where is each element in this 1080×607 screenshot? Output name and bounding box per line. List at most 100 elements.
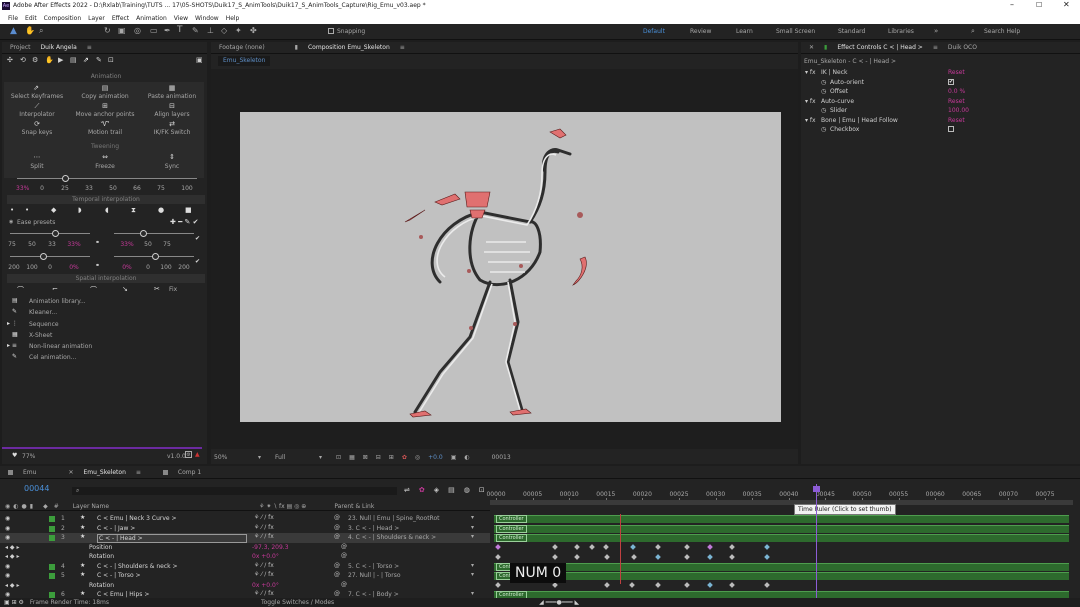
keyframe[interactable] <box>684 582 690 588</box>
tab-footage[interactable]: Footage (none) <box>219 44 265 51</box>
tab-composition[interactable]: Composition Emu_Skeleton <box>308 44 390 51</box>
keyframe[interactable] <box>629 582 635 588</box>
spatial-continuous-icon[interactable]: ↘ <box>122 285 128 293</box>
freeze-button[interactable]: Freeze <box>95 163 115 170</box>
workspace-libraries[interactable]: Libraries <box>888 28 914 35</box>
panel-menu-icon[interactable]: ≡ <box>87 44 92 51</box>
workspace-learn[interactable]: Learn <box>736 28 753 35</box>
property-row[interactable]: ◂ ◆ ▸ Rotation 0x +0.0° @ <box>0 581 490 591</box>
layer-switches[interactable]: ⚘ ⁄ ∕ fx <box>254 514 274 521</box>
panel-menu-icon[interactable]: ≡ <box>933 44 938 51</box>
property-name[interactable]: Position <box>89 544 112 551</box>
more-workspaces-icon[interactable]: » <box>934 27 938 35</box>
layer-duration-bar[interactable]: Controller <box>494 534 1069 542</box>
keyframe[interactable] <box>729 544 735 550</box>
tween-slider-thumb[interactable] <box>62 175 69 182</box>
influence-link-check[interactable]: ✔ <box>195 258 200 265</box>
sequence-item[interactable]: ▸ ⋮ Sequence <box>7 320 202 331</box>
pick-whip-icon[interactable]: @ <box>334 533 340 540</box>
property-name[interactable]: Rotation <box>89 582 114 589</box>
work-area-bar[interactable] <box>490 500 1073 505</box>
layer-row[interactable]: ◉ 1 ★ C < Emu | Neck 3 Curve > ⚘ ⁄ ∕ fx @23. … <box>0 514 490 524</box>
menu-file[interactable]: File <box>8 15 18 22</box>
keyframe[interactable] <box>707 582 713 588</box>
bezier-icon[interactable]: ◆ <box>51 206 56 214</box>
linear-icon[interactable]: • <box>10 206 14 214</box>
chevron-down-icon[interactable]: ▾ <box>471 562 474 569</box>
chevron-down-icon[interactable]: ▾ <box>471 514 474 521</box>
link-icon[interactable]: ⟲ <box>20 56 26 64</box>
label-color-swatch[interactable] <box>49 516 55 522</box>
influence-out-value[interactable]: 0% <box>122 264 132 271</box>
expression-pick-whip-icon[interactable]: @ <box>341 581 347 588</box>
keyframe[interactable] <box>574 553 580 560</box>
animation-library-item[interactable]: ▤ Animation library... <box>7 297 202 308</box>
camera-icon[interactable]: ▤ <box>70 56 77 64</box>
keyframe[interactable] <box>729 553 735 560</box>
kleaner-item[interactable]: ✎ Kleaner... <box>7 308 202 319</box>
ease-slider-left[interactable] <box>10 233 90 234</box>
layer-duration-bar[interactable]: Controller <box>494 524 1069 533</box>
keyframe[interactable] <box>552 553 558 560</box>
visibility-icon[interactable]: ◉ <box>5 515 10 522</box>
effect-value[interactable]: 100.00 <box>948 107 969 114</box>
property-value[interactable]: 0x +0.0° <box>252 582 279 589</box>
roto-tool-icon[interactable]: ✦ <box>235 26 242 35</box>
channel-icon[interactable]: ⊞ <box>389 454 394 461</box>
menu-effect[interactable]: Effect <box>112 15 129 22</box>
pick-whip-icon[interactable]: @ <box>334 571 340 578</box>
automation-icon[interactable]: ✋ <box>45 56 54 64</box>
pan-behind-tool-icon[interactable]: ◎ <box>134 26 141 35</box>
layer-duration-bar[interactable]: Controller <box>494 572 1069 580</box>
tab-emu-skeleton[interactable]: Emu_Skeleton <box>83 469 125 476</box>
keyframe[interactable] <box>589 544 595 550</box>
stopwatch-icon[interactable]: ◷ <box>821 79 826 86</box>
layer-switches[interactable]: ⚘ ⁄ ∕ fx <box>254 590 274 597</box>
continuous-icon[interactable]: ■ <box>185 206 192 214</box>
parent-select[interactable]: 7. C < - | Body > <box>348 591 399 598</box>
ease-presets-checkbox[interactable]: ◉ <box>9 219 13 225</box>
label-color-swatch[interactable] <box>49 525 55 532</box>
pick-whip-icon[interactable]: @ <box>334 514 340 521</box>
notes-icon[interactable]: ▣ <box>196 56 203 64</box>
keyframe[interactable] <box>655 553 661 560</box>
workspace-default[interactable]: Default <box>643 28 665 35</box>
comp-canvas[interactable] <box>240 112 781 422</box>
timeline-current-time[interactable]: 00044 <box>24 484 49 493</box>
keyframe[interactable] <box>552 582 558 588</box>
mask-icon[interactable]: ⊠ <box>363 454 368 461</box>
close-icon[interactable]: ✕ <box>68 469 73 476</box>
rig-icon[interactable]: ⚙ <box>32 56 38 64</box>
reset-link[interactable]: Reset <box>948 117 965 124</box>
snap-keys-button[interactable]: Snap keys <box>22 129 53 136</box>
search-help-field[interactable]: Search Help <box>984 28 1020 35</box>
effect-row[interactable]: ▾ fx Bone | Emu | Head Follow Reset <box>801 116 1080 126</box>
paste-animation-button[interactable]: Paste animation <box>148 93 196 100</box>
twirl-icon[interactable]: ▾ fx <box>805 69 816 76</box>
pen-tool-icon[interactable]: ✒ <box>164 26 171 35</box>
effect-property-row[interactable]: ◷ Auto-orient ✔ <box>801 78 1080 88</box>
expression-pick-whip-icon[interactable]: @ <box>341 543 347 550</box>
property-value[interactable]: 0x +0.0° <box>252 553 279 560</box>
chevron-down-icon[interactable]: ▾ <box>258 454 261 461</box>
move-anchor-points-button[interactable]: Move anchor points <box>75 111 134 118</box>
effect-property-row[interactable]: ◷ Offset 0.0 % <box>801 87 1080 97</box>
label-color-swatch[interactable] <box>49 535 55 541</box>
shape-tool-icon[interactable]: ▭ <box>150 26 158 35</box>
exposure-icon[interactable]: ◎ <box>415 454 420 461</box>
chevron-down-icon[interactable]: ▾ <box>471 571 474 578</box>
split-button[interactable]: Split <box>30 163 43 170</box>
panel-menu-icon[interactable]: ≡ <box>400 44 405 51</box>
expression-pick-whip-icon[interactable]: @ <box>341 552 347 559</box>
effect-checkbox[interactable] <box>948 126 954 132</box>
ease-slider-right[interactable] <box>114 233 194 234</box>
visibility-icon[interactable]: ◉ <box>5 525 10 532</box>
cel-animation-item[interactable]: ✎ Cel animation... <box>7 353 202 364</box>
current-time-indicator[interactable] <box>816 484 817 600</box>
tab-comp-1[interactable]: Comp 1 <box>178 469 201 476</box>
visibility-icon[interactable]: ◉ <box>5 563 10 570</box>
tween-slider-track[interactable] <box>17 178 197 179</box>
pick-whip-icon[interactable]: @ <box>334 562 340 569</box>
layer-row[interactable]: ◉ 2 ★ C < - | Jaw > ⚘ ⁄ ∕ fx @3. C < - | Head… <box>0 524 490 534</box>
stopwatch-icon[interactable]: ◷ <box>821 107 826 114</box>
